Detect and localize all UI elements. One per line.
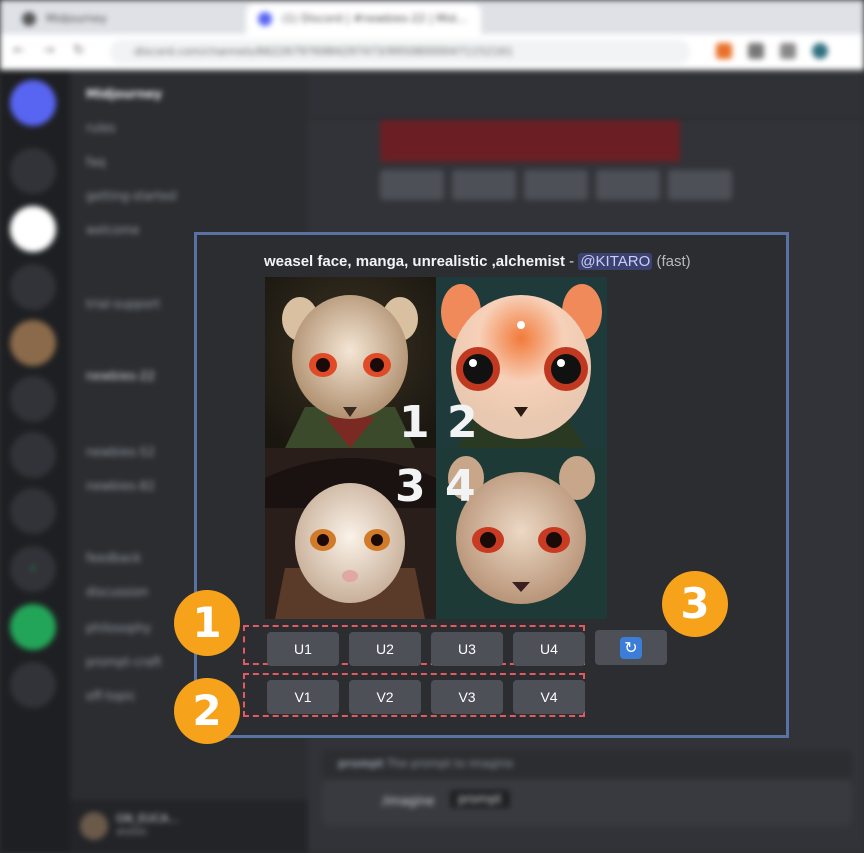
server-icon[interactable] <box>10 376 56 422</box>
callout-badge-3: 3 <box>662 571 728 637</box>
previous-grid-button[interactable] <box>380 170 444 200</box>
grid-number-2: 2 <box>447 397 478 448</box>
browser-tab-bar: Midjourney (1) Discord | #newbies-22 | M… <box>0 0 864 34</box>
command-text: /imagine <box>382 794 435 808</box>
extension-icon[interactable] <box>748 43 764 59</box>
command-hint: prompt The prompt to imagine <box>322 750 852 778</box>
channel-item[interactable]: faq <box>86 152 105 172</box>
user-panel: GN_EUCA... #0000 <box>70 800 308 853</box>
extension-icon[interactable] <box>780 43 796 59</box>
upscale-button-row: U1 U2 U3 U4 <box>243 625 585 666</box>
add-server-icon[interactable]: + <box>10 546 56 592</box>
hint-text: The prompt to imagine <box>386 757 514 770</box>
callout-badge-1: 1 <box>174 590 240 656</box>
mode-label: (fast) <box>656 253 691 270</box>
separator: - <box>564 253 579 270</box>
hint-label: prompt <box>338 757 384 770</box>
previous-image <box>380 120 680 162</box>
channel-item[interactable]: newbies-52 <box>86 442 155 462</box>
callout-badge-2: 2 <box>174 678 240 744</box>
refresh-icon: ↻ <box>620 637 642 659</box>
browser-tab-discord[interactable]: (1) Discord | #newbies-22 | Mid… <box>246 4 481 34</box>
extension-icon[interactable] <box>716 43 732 59</box>
download-icon[interactable] <box>10 662 56 708</box>
profile-avatar-icon[interactable] <box>812 43 828 59</box>
server-name[interactable]: Midjourney <box>86 84 162 104</box>
previous-grid-button[interactable] <box>596 170 660 200</box>
channel-item[interactable]: welcome <box>86 220 140 240</box>
user-tag: #0000 <box>116 828 147 838</box>
channel-item[interactable]: philosophy <box>86 618 151 638</box>
channel-item[interactable]: getting-started <box>86 186 176 206</box>
upscale-4-button[interactable]: U4 <box>513 632 585 666</box>
channel-item[interactable]: trial-support <box>86 294 160 314</box>
avatar[interactable] <box>80 812 108 840</box>
tab-title: Midjourney <box>46 12 107 25</box>
explore-icon[interactable] <box>10 604 56 650</box>
channel-item[interactable]: off-topic <box>86 686 136 706</box>
grid-number-3: 3 <box>395 461 426 512</box>
back-icon[interactable]: ← <box>12 44 26 58</box>
reload-icon[interactable]: ↻ <box>72 44 86 58</box>
upscale-1-button[interactable]: U1 <box>267 632 339 666</box>
image-grid[interactable]: 1 2 3 4 <box>265 277 607 619</box>
midjourney-result-panel: weasel face, manga, unrealistic ,alchemi… <box>194 232 789 738</box>
grid-number-4: 4 <box>445 461 476 512</box>
variation-4-button[interactable]: V4 <box>513 680 585 714</box>
channel-item[interactable]: rules <box>86 118 116 138</box>
variation-1-button[interactable]: V1 <box>267 680 339 714</box>
message-input[interactable]: /imagine prompt <box>322 780 852 826</box>
variation-button-row: V1 V2 V3 V4 <box>243 673 585 717</box>
browser-tab-midjourney[interactable]: Midjourney <box>10 4 240 34</box>
channel-item[interactable]: newbies-22 <box>86 366 155 386</box>
server-icon[interactable] <box>10 206 56 252</box>
browser-address-bar: ← → ↻ discord.com/channels/6622679769842… <box>0 34 864 70</box>
forward-icon[interactable]: → <box>42 44 56 58</box>
server-icon[interactable] <box>10 148 56 194</box>
server-icon[interactable] <box>10 264 56 310</box>
server-icon[interactable] <box>10 320 56 366</box>
discord-home-icon[interactable] <box>10 80 56 126</box>
channel-item[interactable]: feedback <box>86 548 141 568</box>
previous-grid-button[interactable] <box>452 170 516 200</box>
channel-header <box>308 70 864 119</box>
server-icon[interactable] <box>10 432 56 478</box>
channel-item[interactable]: newbies-82 <box>86 476 155 496</box>
variation-2-button[interactable]: V2 <box>349 680 421 714</box>
channel-item[interactable]: discussion <box>86 582 148 602</box>
upscale-3-button[interactable]: U3 <box>431 632 503 666</box>
url-field[interactable]: discord.com/channels/662267976984297473/… <box>110 40 690 64</box>
prompt-text: weasel face, manga, unrealistic ,alchemi… <box>264 253 565 270</box>
command-param: prompt <box>450 790 510 808</box>
server-list: + <box>0 70 70 853</box>
channel-item[interactable]: prompt-craft <box>86 652 162 672</box>
upscale-2-button[interactable]: U2 <box>349 632 421 666</box>
grid-number-1: 1 <box>399 397 430 448</box>
previous-grid-button[interactable] <box>668 170 732 200</box>
discord-favicon-icon <box>258 12 272 26</box>
variation-3-button[interactable]: V3 <box>431 680 503 714</box>
username: GN_EUCA... <box>116 812 179 825</box>
user-mention[interactable]: @KITARO <box>578 253 653 270</box>
previous-grid-button[interactable] <box>524 170 588 200</box>
reroll-button[interactable]: ↻ <box>595 630 667 665</box>
midjourney-favicon-icon <box>22 12 36 26</box>
prompt-line: weasel face, manga, unrealistic ,alchemi… <box>264 253 691 270</box>
tab-title: (1) Discord | #newbies-22 | Mid… <box>282 12 467 25</box>
server-icon[interactable] <box>10 488 56 534</box>
